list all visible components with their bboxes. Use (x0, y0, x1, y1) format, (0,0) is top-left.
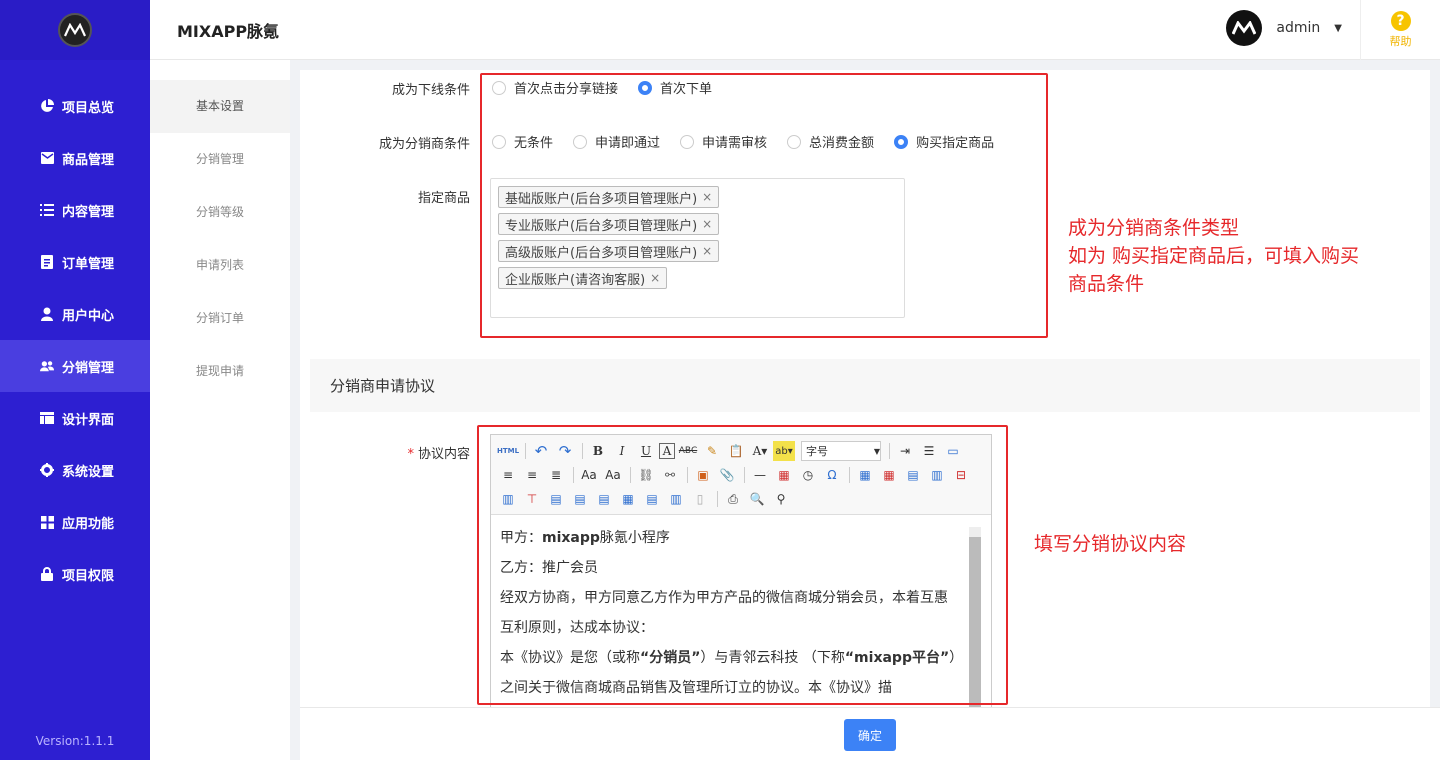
sidebar-item-apps[interactable]: 应用功能 (0, 496, 150, 548)
footer-bar: 确定 (300, 707, 1440, 760)
pie-chart-icon (40, 99, 54, 113)
agreement-section-header: 分销商申请协议 (310, 359, 1420, 412)
sidebar-item-overview[interactable]: 项目总览 (0, 80, 150, 132)
app-title: MIXAPP脉氪 (177, 21, 280, 41)
user-icon (40, 307, 54, 321)
sidebar-item-label: 项目总览 (62, 100, 115, 116)
submenu: 基本设置 分销管理 分销等级 申请列表 分销订单 提现申请 (150, 60, 290, 760)
mail-icon (40, 151, 54, 165)
required-mark: * (407, 447, 414, 462)
distributor-condition-label: 成为分销商条件 (378, 137, 470, 152)
layout-icon (40, 411, 54, 425)
annotation-line: 成为分销商条件类型 (1068, 217, 1240, 239)
annotation-line: 商品条件 (1068, 273, 1145, 295)
sidebar-item-label: 商品管理 (62, 152, 115, 168)
sidebar-item-permissions[interactable]: 项目权限 (0, 548, 150, 600)
annotation-conditions: 成为分销商条件类型 如为 购买指定商品后，可填入购买 商品条件 (1068, 214, 1359, 298)
sidebar-item-design[interactable]: 设计界面 (0, 392, 150, 444)
sidebar-nav: 项目总览 商品管理 内容管理 订单管理 用户中心 分销管理 设计界面 系统设置 (0, 80, 150, 600)
submenu-item-withdrawals[interactable]: 提现申请 (150, 345, 290, 398)
user-menu[interactable]: admin ▼ (1226, 10, 1342, 46)
annotation-box-agreement (477, 425, 1008, 705)
document-icon (40, 255, 54, 269)
submenu-item-basic[interactable]: 基本设置 (150, 80, 290, 133)
sidebar-item-label: 应用功能 (62, 516, 115, 532)
submenu-item-manage[interactable]: 分销管理 (150, 133, 290, 186)
submenu-item-applications[interactable]: 申请列表 (150, 239, 290, 292)
sidebar-item-label: 用户中心 (62, 308, 115, 324)
caret-down-icon: ▼ (1334, 22, 1342, 34)
list-icon (40, 203, 54, 217)
sidebar-item-label: 分销管理 (62, 360, 115, 376)
logo[interactable] (0, 0, 150, 60)
help-icon: ? (1390, 11, 1411, 31)
downline-condition-label: 成为下线条件 (391, 83, 470, 98)
agreement-label-text: 协议内容 (417, 447, 470, 462)
header: MIXAPP脉氪 admin ▼ ? 帮助 (150, 0, 1440, 60)
agreement-label: * 协议内容 (300, 443, 470, 462)
user-name: admin (1276, 20, 1321, 36)
sidebar-item-content[interactable]: 内容管理 (0, 184, 150, 236)
annotation-line: 如为 购买指定商品后，可填入购买 (1068, 245, 1360, 267)
grid-icon (40, 515, 54, 529)
confirm-button[interactable]: 确定 (844, 719, 896, 751)
sidebar-item-label: 设计界面 (62, 412, 115, 428)
submenu-item-orders[interactable]: 分销订单 (150, 292, 290, 345)
sidebar-item-label: 内容管理 (62, 204, 115, 220)
sidebar-item-label: 系统设置 (62, 464, 115, 480)
sidebar-item-label: 订单管理 (62, 256, 115, 272)
users-icon (40, 359, 54, 373)
submenu-item-levels[interactable]: 分销等级 (150, 186, 290, 239)
sidebar: 项目总览 商品管理 内容管理 订单管理 用户中心 分销管理 设计界面 系统设置 (0, 0, 150, 760)
products-label: 指定商品 (417, 191, 470, 206)
help-button[interactable]: ? 帮助 (1360, 0, 1440, 60)
version-label: Version:1.1.1 (35, 734, 115, 748)
sidebar-item-orders[interactable]: 订单管理 (0, 236, 150, 288)
avatar (1226, 10, 1263, 46)
sidebar-item-label: 项目权限 (62, 568, 115, 584)
lock-icon (40, 567, 54, 581)
logo-icon (58, 13, 92, 47)
annotation-agreement: 填写分销协议内容 (1034, 533, 1187, 555)
sidebar-item-products[interactable]: 商品管理 (0, 132, 150, 184)
gear-icon (40, 463, 54, 477)
sidebar-item-users[interactable]: 用户中心 (0, 288, 150, 340)
sidebar-item-distribution[interactable]: 分销管理 (0, 340, 150, 392)
annotation-box-conditions (480, 73, 1048, 338)
help-label: 帮助 (1389, 35, 1412, 48)
sidebar-item-settings[interactable]: 系统设置 (0, 444, 150, 496)
main-content: 成为下线条件 首次点击分享链接 首次下单 成为分销商条件 无条件 申请即通过 申… (300, 70, 1430, 710)
